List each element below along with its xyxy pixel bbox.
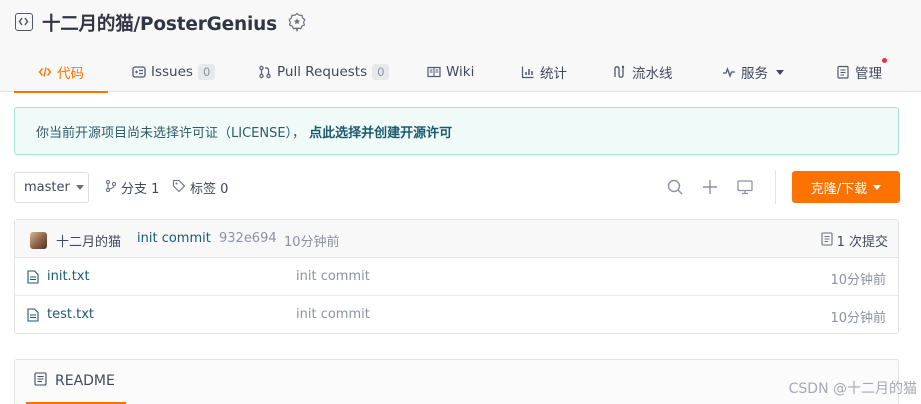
clipboard-icon — [836, 65, 850, 79]
pull-request-icon — [258, 65, 272, 79]
tab-issues-label: Issues — [151, 64, 193, 80]
watermark: CSDN @十二月的猫 — [788, 381, 917, 397]
issues-icon — [132, 65, 146, 79]
tags-link[interactable]: 标签 0 — [172, 172, 228, 203]
tag-icon — [172, 179, 186, 197]
pull-requests-count-badge: 0 — [372, 64, 390, 80]
monitor-icon[interactable] — [736, 178, 754, 196]
tab-services-label: 服务 — [741, 66, 768, 82]
tab-pipeline-label: 流水线 — [632, 66, 673, 82]
chevron-down-icon — [873, 184, 882, 190]
commit-author[interactable]: 十二月的猫 — [56, 231, 121, 250]
license-notice: 你当前开源项目尚未选择许可证（LICENSE）， 点此选择并创建开源许可 — [14, 107, 899, 155]
tab-stats-label: 统计 — [540, 66, 567, 82]
pipeline-icon — [613, 65, 627, 79]
repo-header: 十二月的猫/PosterGenius 代码 Issues 0 Pull Requ… — [0, 0, 921, 93]
clone-download-button[interactable]: 克隆/下载 — [792, 171, 900, 203]
tab-code[interactable]: 代码 — [14, 52, 108, 93]
file-commit-message[interactable]: init commit — [296, 307, 370, 322]
tab-services[interactable]: 服务 — [722, 52, 784, 92]
chevron-down-icon — [75, 185, 84, 190]
issues-count-badge: 0 — [197, 64, 216, 80]
table-row: test.txt init commit 10分钟前 — [15, 296, 898, 334]
file-icon — [27, 308, 39, 326]
readme-label: README — [55, 373, 115, 389]
tab-stats[interactable]: 统计 — [521, 52, 567, 92]
commit-message[interactable]: init commit — [137, 231, 211, 246]
clone-download-label: 克隆/下载 — [810, 181, 868, 197]
tab-admin[interactable]: 管理 — [836, 52, 887, 92]
tags-count: 标签 0 — [190, 182, 229, 197]
branches-link[interactable]: 分支 1 — [105, 172, 159, 203]
toolbar-divider — [775, 170, 776, 204]
add-icon[interactable] — [701, 178, 719, 196]
license-notice-text: 你当前开源项目尚未选择许可证（LICENSE）， — [36, 125, 306, 141]
tab-wiki[interactable]: Wiki — [427, 52, 474, 92]
last-commit-row: 十二月的猫 init commit 932e694 10分钟前 1 次提交 — [15, 220, 898, 258]
file-name[interactable]: test.txt — [47, 307, 94, 322]
tab-pull-requests-label: Pull Requests — [277, 64, 368, 80]
branch-select-value: master — [24, 180, 70, 195]
branch-select[interactable]: master — [14, 172, 89, 203]
create-license-link[interactable]: 点此选择并创建开源许可 — [309, 122, 452, 141]
repo-tabs: 代码 Issues 0 Pull Requests 0 Wiki 统计 流水线 … — [0, 52, 921, 93]
tab-admin-label: 管理 — [855, 66, 882, 82]
notification-dot — [882, 58, 887, 63]
code-icon — [38, 65, 52, 79]
chevron-down-icon — [776, 69, 784, 75]
readme-tab[interactable]: README — [26, 360, 126, 404]
avatar[interactable] — [30, 232, 47, 249]
file-list: 十二月的猫 init commit 932e694 10分钟前 1 次提交 in… — [14, 219, 899, 334]
commit-sha[interactable]: 932e694 — [219, 231, 277, 246]
pulse-icon — [722, 65, 736, 79]
repo-title[interactable]: 十二月的猫/PosterGenius — [42, 10, 277, 36]
commit-count: 1 次提交 — [836, 235, 888, 250]
search-icon[interactable] — [666, 178, 684, 196]
file-commit-message[interactable]: init commit — [296, 269, 370, 284]
branches-count: 分支 1 — [121, 182, 160, 197]
commit-history-link[interactable]: 1 次提交 — [821, 231, 888, 250]
commit-time: 10分钟前 — [284, 235, 340, 250]
file-commit-time: 10分钟前 — [830, 311, 886, 326]
branch-icon — [105, 179, 117, 197]
document-icon — [34, 372, 47, 390]
award-badge-icon[interactable] — [287, 12, 307, 36]
file-commit-time: 10分钟前 — [830, 273, 886, 288]
file-icon — [27, 270, 39, 288]
tab-issues[interactable]: Issues 0 — [132, 52, 216, 92]
book-icon — [427, 65, 441, 79]
readme-panel: README — [14, 359, 899, 404]
file-name[interactable]: init.txt — [47, 269, 90, 284]
bar-chart-icon — [521, 65, 535, 79]
history-icon — [821, 231, 833, 250]
tab-wiki-label: Wiki — [446, 64, 475, 80]
tab-pipeline[interactable]: 流水线 — [613, 52, 673, 92]
tab-pull-requests[interactable]: Pull Requests 0 — [258, 52, 390, 92]
table-row: init.txt init commit 10分钟前 — [15, 258, 898, 296]
tab-code-label: 代码 — [57, 66, 84, 82]
code-repo-icon — [15, 13, 33, 31]
